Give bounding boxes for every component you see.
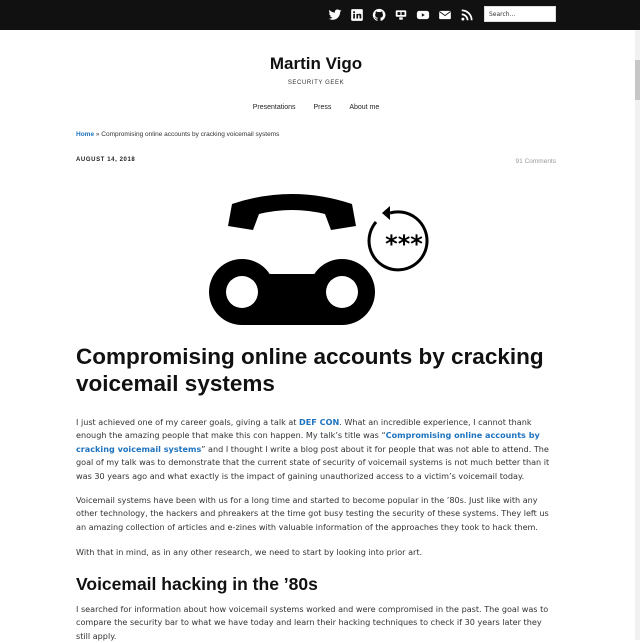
p1-text-1: I just achieved one of my career goals, … — [76, 417, 300, 427]
post-paragraph-1: I just achieved one of my career goals, … — [76, 416, 558, 483]
voicemail-symbol-icon — [209, 259, 375, 325]
section-heading: Voicemail hacking in the ’80s — [76, 574, 318, 594]
password-stars: *** — [385, 230, 423, 258]
youtube-icon[interactable] — [416, 8, 438, 22]
nav-item-press[interactable]: Press — [313, 104, 331, 111]
email-icon[interactable] — [438, 8, 460, 22]
main-nav: Presentations Press About me — [0, 104, 632, 111]
social-links — [328, 8, 482, 22]
site-tagline: SECURITY GEEK — [287, 80, 345, 86]
post-date: AUGUST 14, 2018 — [76, 157, 136, 163]
scrollbar[interactable] — [635, 30, 640, 640]
top-bar — [0, 0, 640, 30]
post-title: Compromising online accounts by cracking… — [76, 344, 544, 396]
github-icon[interactable] — [372, 8, 394, 22]
rss-icon[interactable] — [460, 8, 482, 22]
refresh-circle-icon: *** — [367, 206, 429, 272]
voicemail-hero-image: *** — [209, 194, 429, 325]
comments-link[interactable]: 91 Comments — [516, 158, 556, 165]
site-title[interactable]: Martin Vigo — [0, 54, 632, 74]
post-paragraph-2: Voicemail systems have been with us for … — [76, 495, 549, 532]
speakerdeck-icon[interactable] — [394, 8, 416, 22]
nav-item-presentations[interactable]: Presentations — [253, 104, 296, 111]
scrollbar-thumb[interactable] — [635, 60, 640, 100]
breadcrumb-current: Compromising online accounts by cracking… — [101, 131, 280, 138]
twitter-icon[interactable] — [328, 8, 350, 22]
search-input[interactable] — [484, 6, 556, 22]
breadcrumb-home-link[interactable]: Home — [76, 131, 94, 138]
phone-handset-icon — [228, 194, 356, 230]
defcon-link[interactable]: DEF CON — [299, 417, 339, 427]
post-paragraph-4: I searched for information about how voi… — [76, 604, 549, 641]
post-paragraph-3: With that in mind, as in any other resea… — [76, 547, 423, 557]
linkedin-icon[interactable] — [350, 8, 372, 22]
breadcrumb: Home » Compromising online accounts by c… — [76, 131, 279, 138]
nav-item-about-me[interactable]: About me — [349, 104, 379, 111]
